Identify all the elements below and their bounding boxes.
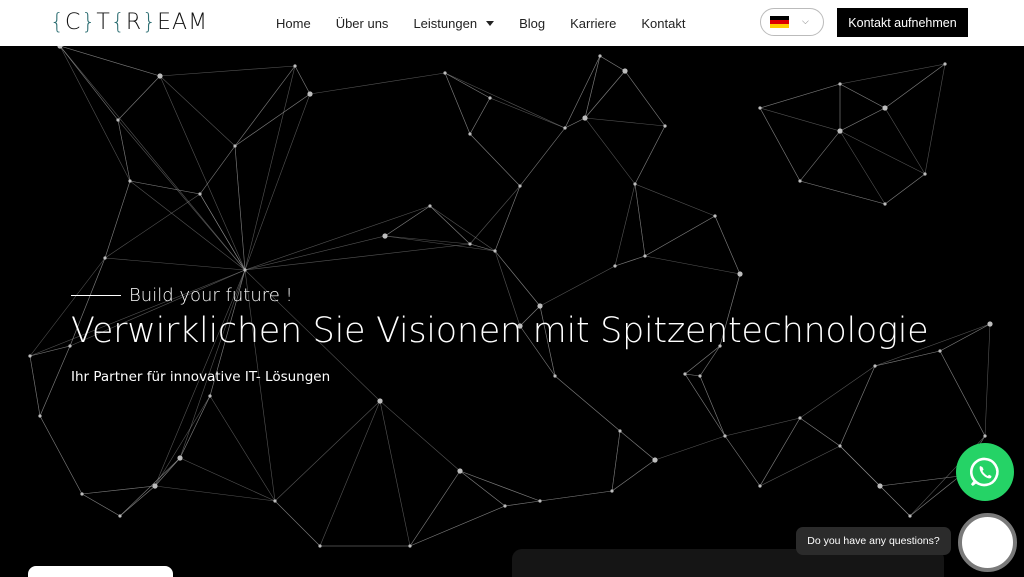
chat-launcher-button[interactable] xyxy=(958,513,1017,572)
contact-button[interactable]: Kontakt aufnehmen xyxy=(837,8,968,37)
nav-careers[interactable]: Karriere xyxy=(570,13,616,33)
logo-brace: } xyxy=(142,9,158,35)
german-flag-icon xyxy=(770,16,789,28)
nav-label: Karriere xyxy=(570,15,617,31)
chat-prompt-bubble[interactable]: Do you have any questions? xyxy=(796,527,951,555)
main-nav: Home Über uns Leistungen Blog Karriere K… xyxy=(276,13,710,33)
tagline-divider xyxy=(71,295,121,296)
logo-letter: C xyxy=(65,9,82,35)
nav-label: Blog xyxy=(519,15,546,31)
logo-brace: { xyxy=(50,9,65,35)
whatsapp-icon xyxy=(969,457,999,487)
hero-section: Build your future ! Verwirklichen Sie Vi… xyxy=(0,46,1024,577)
nav-label: Kontakt xyxy=(641,15,686,31)
nav-contact[interactable]: Kontakt xyxy=(641,13,685,33)
hero-tagline: Build your future ! xyxy=(129,285,293,306)
content-card xyxy=(28,566,173,577)
nav-home[interactable]: Home xyxy=(276,13,311,33)
hero-subline: Ihr Partner für innovative IT- Lösungen xyxy=(71,369,331,385)
logo-letter: T xyxy=(96,9,111,35)
chevron-down-icon: ⌵ xyxy=(802,17,809,27)
nav-label: Über uns xyxy=(335,15,389,31)
nav-label: Leistungen xyxy=(413,15,478,31)
nav-blog[interactable]: Blog xyxy=(519,13,545,33)
whatsapp-button[interactable] xyxy=(956,443,1014,501)
site-header: { C } T { R } EAM Home Über uns Leistung… xyxy=(0,0,1024,46)
language-selector[interactable]: ⌵ xyxy=(760,8,824,36)
logo-letter: R xyxy=(125,9,143,35)
logo-brace: } xyxy=(81,9,97,35)
logo-brace: { xyxy=(110,9,126,35)
caret-down-icon xyxy=(486,20,495,26)
tagline-row: Build your future ! xyxy=(71,285,293,306)
hero-headline: Verwirklichen Sie Visionen mit Spitzente… xyxy=(71,311,929,351)
nav-about[interactable]: Über uns xyxy=(336,13,389,33)
logo-letter: EAM xyxy=(157,9,209,35)
nav-services[interactable]: Leistungen xyxy=(413,13,495,33)
logo[interactable]: { C } T { R } EAM xyxy=(50,9,208,35)
nav-label: Home xyxy=(276,15,311,31)
